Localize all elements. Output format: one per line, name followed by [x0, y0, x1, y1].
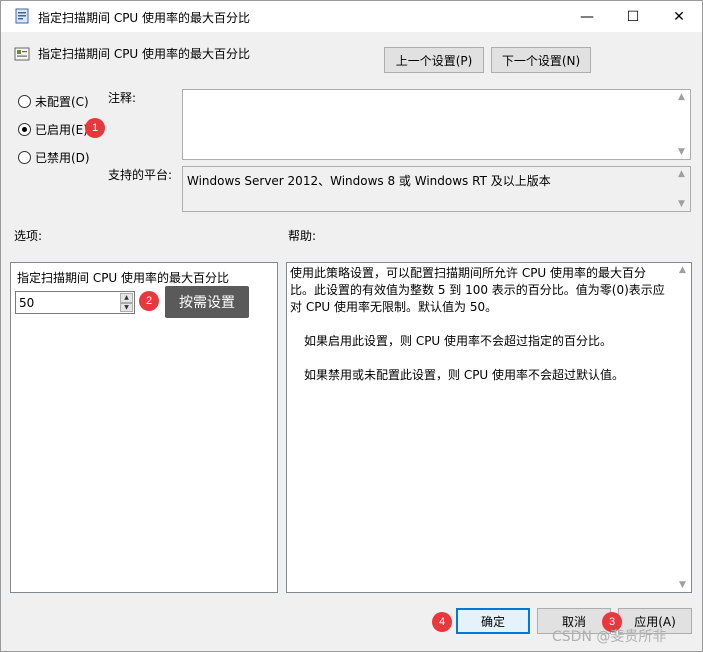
cpu-percent-value[interactable]: 50	[19, 296, 34, 310]
scroll-up-icon[interactable]: ▲	[678, 169, 685, 179]
help-paragraph: 如果禁用或未配置此设置，则 CPU 使用率不会超过默认值。	[304, 368, 625, 382]
help-panel: 使用此策略设置，可以配置扫描期间所允许 CPU 使用率的最大百分比。此设置的有效…	[286, 262, 692, 593]
radio-disabled[interactable]: 已禁用(D)	[18, 149, 90, 166]
close-button[interactable]: ✕	[656, 1, 702, 32]
radio-label: 已启用(E)	[35, 123, 88, 137]
maximize-button[interactable]: ☐	[610, 1, 656, 32]
title-bar[interactable]: 指定扫描期间 CPU 使用率的最大百分比 — ☐ ✕	[1, 1, 702, 32]
spin-up-icon[interactable]: ▲	[120, 293, 133, 303]
policy-icon	[15, 8, 29, 24]
radio-label: 已禁用(D)	[35, 151, 90, 165]
cpu-field-label: 指定扫描期间 CPU 使用率的最大百分比	[17, 271, 230, 285]
policy-dialog: 指定扫描期间 CPU 使用率的最大百分比 — ☐ ✕ 指定扫描期间 CPU 使用…	[0, 0, 703, 652]
step-badge-1: 1	[85, 118, 105, 138]
scroll-up-icon[interactable]: ▲	[678, 92, 685, 102]
platform-text: Windows Server 2012、Windows 8 或 Windows …	[187, 174, 551, 188]
radio-enabled[interactable]: 已启用(E)	[18, 121, 88, 138]
step-badge-4: 4	[432, 612, 452, 632]
scroll-down-icon[interactable]: ▼	[679, 580, 686, 590]
comment-scrollbar[interactable]: ▲ ▼	[673, 90, 690, 159]
comment-label: 注释:	[108, 91, 137, 105]
watermark-text: CSDN @斐贵所非	[552, 629, 667, 645]
scroll-down-icon[interactable]: ▼	[678, 199, 685, 209]
window-title: 指定扫描期间 CPU 使用率的最大百分比	[38, 11, 251, 25]
platform-label: 支持的平台:	[108, 168, 173, 182]
radio-not-configured[interactable]: 未配置(C)	[18, 93, 89, 110]
help-section-label: 帮助:	[288, 229, 317, 243]
setting-icon	[14, 47, 30, 61]
radio-circle[interactable]	[18, 151, 31, 164]
radio-circle[interactable]	[18, 123, 31, 136]
minimize-icon: —	[580, 8, 594, 25]
options-section-label: 选项:	[14, 229, 43, 243]
radio-label: 未配置(C)	[35, 95, 89, 109]
scroll-down-icon[interactable]: ▼	[678, 147, 685, 157]
next-setting-button[interactable]: 下一个设置(N)	[491, 47, 591, 73]
setting-header: 指定扫描期间 CPU 使用率的最大百分比	[38, 47, 251, 61]
annotation-tooltip: 按需设置	[165, 286, 249, 318]
help-paragraph: 如果启用此设置，则 CPU 使用率不会超过指定的百分比。	[304, 334, 613, 348]
scroll-up-icon[interactable]: ▲	[679, 265, 686, 275]
prev-setting-button[interactable]: 上一个设置(P)	[384, 47, 484, 73]
platform-box: Windows Server 2012、Windows 8 或 Windows …	[182, 166, 691, 212]
ok-button[interactable]: 确定	[456, 608, 530, 634]
minimize-button[interactable]: —	[564, 1, 610, 32]
cpu-percent-stepper[interactable]: 50 ▲ ▼	[15, 291, 135, 314]
step-badge-2: 2	[139, 291, 159, 311]
spin-down-icon[interactable]: ▼	[120, 302, 133, 312]
platform-scrollbar[interactable]: ▲ ▼	[673, 167, 690, 211]
help-scrollbar[interactable]: ▲ ▼	[674, 263, 691, 592]
help-paragraph: 使用此策略设置，可以配置扫描期间所允许 CPU 使用率的最大百分比。此设置的有效…	[290, 266, 665, 314]
comment-textarea[interactable]: ▲ ▼	[182, 89, 691, 160]
close-icon: ✕	[673, 8, 685, 25]
radio-circle[interactable]	[18, 95, 31, 108]
maximize-icon: ☐	[626, 8, 640, 25]
